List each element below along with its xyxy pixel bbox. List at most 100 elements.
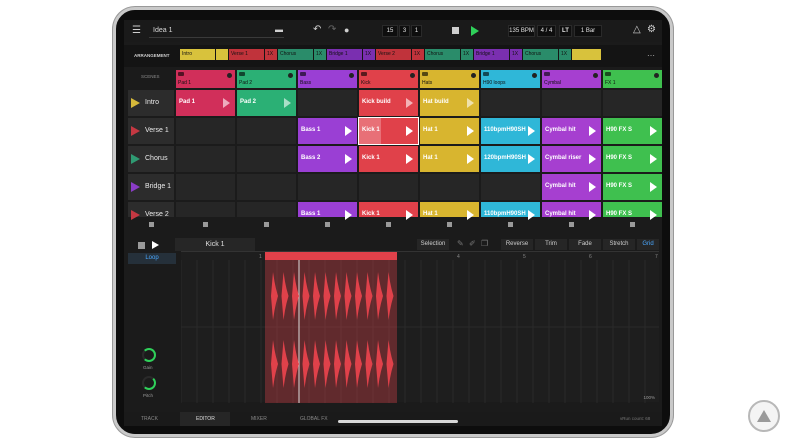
empty-clip-slot[interactable] — [176, 118, 235, 144]
track-header[interactable]: Kick — [359, 70, 418, 88]
clip-play-icon[interactable] — [589, 154, 596, 164]
pencil-icon[interactable]: ✎ — [457, 239, 464, 248]
record-arm-icon[interactable] — [288, 73, 293, 78]
clip-play-icon[interactable] — [406, 126, 413, 136]
empty-clip-slot[interactable] — [481, 174, 540, 200]
clip-slot[interactable]: Kick 1 — [359, 202, 418, 220]
track-stop-icon[interactable] — [508, 222, 513, 227]
clip-slot[interactable]: Cymbal hit — [542, 202, 601, 220]
record-arm-icon[interactable] — [410, 73, 415, 78]
clip-slot[interactable]: 120bpmH90SH — [481, 146, 540, 172]
clip-slot[interactable]: 110bpmH90SH — [481, 118, 540, 144]
clip-play-icon[interactable] — [406, 98, 413, 108]
clip-play-icon[interactable] — [650, 126, 657, 136]
scene-play-icon[interactable] — [131, 182, 140, 192]
arrangement-segment[interactable]: Bridge 1 — [474, 49, 509, 60]
link-tempo-button[interactable]: LT — [559, 25, 572, 37]
clip-slot[interactable]: Hat 1 — [420, 118, 479, 144]
clip-play-icon[interactable] — [345, 210, 352, 220]
arrangement-segment[interactable]: 1X — [363, 49, 375, 60]
clip-play-icon[interactable] — [589, 126, 596, 136]
metronome-icon[interactable]: △ — [633, 24, 641, 36]
clip-play-icon[interactable] — [467, 126, 474, 136]
stop-icon[interactable] — [452, 27, 459, 34]
empty-clip-slot[interactable] — [298, 90, 357, 116]
clip-slot[interactable]: Pad 2 — [237, 90, 296, 116]
track-stop-icon[interactable] — [325, 222, 330, 227]
track-stop-icon[interactable] — [264, 222, 269, 227]
clip-play-icon[interactable] — [589, 210, 596, 220]
clip-slot[interactable]: H90 FX S — [603, 174, 662, 200]
clip-slot[interactable]: 110bpmH90SH — [481, 202, 540, 220]
clip-play-icon[interactable] — [223, 98, 230, 108]
arrangement-segment[interactable]: Verse 1 — [229, 49, 264, 60]
clip-play-icon[interactable] — [345, 154, 352, 164]
clip-slot[interactable]: Bass 1 — [298, 118, 357, 144]
beat-counter[interactable]: 3 — [399, 25, 410, 37]
clip-play-icon[interactable] — [589, 182, 596, 192]
editor-stop-icon[interactable] — [138, 242, 145, 249]
tab-global-fx[interactable]: GLOBAL FX — [300, 416, 328, 422]
empty-clip-slot[interactable] — [481, 90, 540, 116]
scene-play-icon[interactable] — [131, 98, 140, 108]
clip-play-icon[interactable] — [406, 154, 413, 164]
clip-play-icon[interactable] — [406, 210, 413, 220]
stretch-button[interactable]: Stretch — [603, 239, 635, 250]
record-arm-icon[interactable] — [471, 73, 476, 78]
clip-slot[interactable]: Kick 1 — [359, 146, 418, 172]
record-arm-icon[interactable] — [227, 73, 232, 78]
more-options-icon[interactable]: ⋯ — [647, 51, 655, 60]
arrangement-segment[interactable]: Chorus — [278, 49, 313, 60]
clip-play-icon[interactable] — [528, 126, 535, 136]
arrangement-segment[interactable]: Verse 2 — [376, 49, 411, 60]
clip-slot[interactable]: Kick build — [359, 90, 418, 116]
record-arm-icon[interactable] — [654, 73, 659, 78]
copy-icon[interactable]: ❐ — [481, 239, 488, 248]
track-header[interactable]: Bass — [298, 70, 357, 88]
scene-launcher[interactable]: Bridge 1 — [128, 174, 174, 200]
scene-play-icon[interactable] — [131, 126, 140, 136]
clip-slot[interactable]: Cymbal riser — [542, 146, 601, 172]
clip-slot[interactable]: Bass 1 — [298, 202, 357, 220]
track-stop-icon[interactable] — [630, 222, 635, 227]
clip-play-icon[interactable] — [467, 210, 474, 220]
track-header[interactable]: Pad 2 — [237, 70, 296, 88]
empty-clip-slot[interactable] — [542, 90, 601, 116]
stop-all-icon[interactable] — [149, 222, 154, 227]
clip-slot[interactable]: Pad 1 — [176, 90, 235, 116]
arrangement-segment[interactable]: Bridge 1 — [327, 49, 362, 60]
empty-clip-slot[interactable] — [237, 118, 296, 144]
tab-editor[interactable]: EDITOR — [196, 416, 215, 422]
track-stop-icon[interactable] — [203, 222, 208, 227]
menu-icon[interactable]: ☰ — [132, 25, 141, 37]
clip-slot[interactable]: H90 FX S — [603, 118, 662, 144]
clip-play-icon[interactable] — [345, 126, 352, 136]
scene-launcher[interactable]: Intro — [128, 90, 174, 116]
arrangement-segment[interactable]: 1X — [314, 49, 326, 60]
track-header[interactable]: H90 loops — [481, 70, 540, 88]
settings-gear-icon[interactable]: ⚙ — [647, 24, 656, 36]
waveform-canvas[interactable]: 1234567 — [180, 252, 659, 403]
empty-clip-slot[interactable] — [603, 90, 662, 116]
track-header[interactable]: FX 1 — [603, 70, 662, 88]
scene-play-icon[interactable] — [131, 154, 140, 164]
clip-play-icon[interactable] — [650, 210, 657, 220]
clip-slot[interactable]: Hat 1 — [420, 202, 479, 220]
clip-slot[interactable]: Hat 1 — [420, 146, 479, 172]
scene-play-icon[interactable] — [131, 210, 140, 220]
arrangement-segment[interactable]: 1X — [510, 49, 522, 60]
clip-play-icon[interactable] — [467, 154, 474, 164]
clip-slot[interactable]: H90 FX S — [603, 202, 662, 220]
arrangement-segment[interactable] — [216, 49, 228, 60]
record-arm-icon[interactable] — [532, 73, 537, 78]
empty-clip-slot[interactable] — [237, 202, 296, 217]
quantize-select[interactable]: 1 Bar — [574, 25, 602, 37]
waveform-editor[interactable]: 1234567 100% — [180, 251, 659, 403]
scene-launcher[interactable]: Chorus — [128, 146, 174, 172]
track-header[interactable]: Cymbal — [542, 70, 601, 88]
track-stop-icon[interactable] — [447, 222, 452, 227]
clip-slot[interactable]: Kick 1 — [358, 117, 419, 145]
loop-toggle[interactable]: Loop — [128, 253, 176, 264]
track-stop-icon[interactable] — [386, 222, 391, 227]
gain-knob[interactable] — [142, 348, 156, 362]
